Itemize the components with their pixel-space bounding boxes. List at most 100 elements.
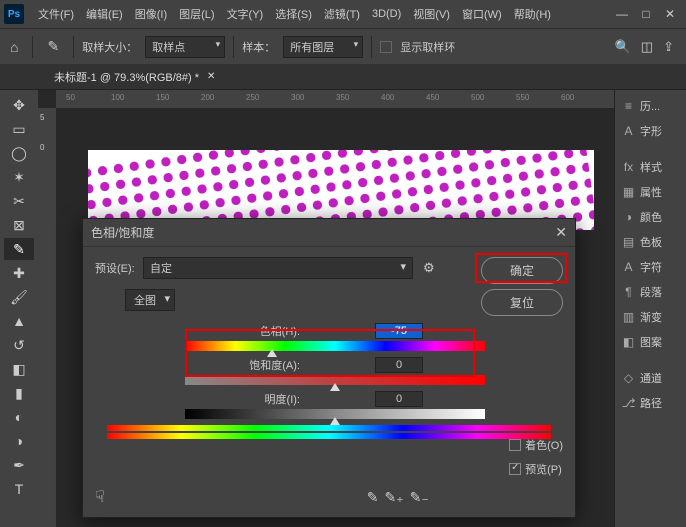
- hue-label: 色相(H):: [185, 323, 310, 339]
- panel-paths[interactable]: ⎇路径: [615, 391, 686, 415]
- app-logo-icon: Ps: [4, 4, 24, 24]
- lightness-slider-thumb[interactable]: [330, 417, 340, 425]
- eyedropper-add-icon[interactable]: ✎₊: [384, 489, 403, 506]
- type-tool[interactable]: T: [4, 478, 34, 500]
- panel-paragraph[interactable]: ¶段落: [615, 280, 686, 304]
- panel-properties[interactable]: ▦属性: [615, 180, 686, 204]
- preset-gear-icon[interactable]: ⚙: [423, 260, 435, 276]
- ruler-horizontal: 50 100 150 200 250 300 350 400 450 500 5…: [56, 90, 614, 108]
- ruler-tick: 550: [516, 93, 529, 102]
- window-maximize-icon[interactable]: □: [634, 7, 658, 21]
- move-tool[interactable]: ✥: [4, 94, 34, 116]
- sample-size-dropdown[interactable]: 取样点: [145, 36, 225, 58]
- ruler-tick: 500: [471, 93, 484, 102]
- options-bar: ⌂ ✎ 取样大小： 取样点 样本： 所有图层 显示取样环 🔍 ◫ ⇪: [0, 28, 686, 64]
- search-icon[interactable]: 🔍: [615, 39, 631, 55]
- document-tab-title: 未标题-1 @ 79.3%(RGB/8#) *: [54, 69, 199, 85]
- ruler-tick: 450: [426, 93, 439, 102]
- sample-dropdown[interactable]: 所有图层: [283, 36, 363, 58]
- panel-pattern[interactable]: ◧图案: [615, 330, 686, 354]
- glyphs-icon: A: [621, 124, 636, 138]
- gradient-tool[interactable]: ▮: [4, 382, 34, 404]
- close-tab-icon[interactable]: ✕: [207, 71, 215, 82]
- dialog-close-icon[interactable]: ✕: [555, 224, 567, 241]
- marquee-tool[interactable]: ▭: [4, 118, 34, 140]
- panel-swatches[interactable]: ▤色板: [615, 230, 686, 254]
- document-tab[interactable]: 未标题-1 @ 79.3%(RGB/8#) * ✕: [44, 65, 225, 89]
- workspace-icon[interactable]: ◫: [641, 39, 653, 55]
- ruler-tick: 300: [291, 93, 304, 102]
- menu-window[interactable]: 窗口(W): [456, 6, 508, 22]
- panel-history[interactable]: ≡历...: [615, 94, 686, 118]
- dodge-tool[interactable]: ◑: [4, 430, 34, 452]
- ruler-tick: 50: [66, 93, 75, 102]
- panel-glyphs[interactable]: A字形: [615, 119, 686, 143]
- preset-label: 预设(E):: [95, 260, 143, 276]
- panel-color[interactable]: ◑颜色: [615, 205, 686, 229]
- menu-image[interactable]: 图像(I): [129, 6, 173, 22]
- ruler-tick: 100: [111, 93, 124, 102]
- lightness-value-input[interactable]: 0: [375, 391, 423, 407]
- home-icon[interactable]: ⌂: [4, 39, 24, 55]
- reset-button[interactable]: 复位: [481, 289, 563, 316]
- color-range-strip: [107, 425, 551, 439]
- menu-help[interactable]: 帮助(H): [508, 6, 557, 22]
- share-icon[interactable]: ⇪: [663, 39, 674, 55]
- hue-slider-thumb[interactable]: [267, 349, 277, 357]
- panel-styles[interactable]: fx样式: [615, 155, 686, 179]
- quick-select-tool[interactable]: ✶: [4, 166, 34, 188]
- saturation-slider[interactable]: [185, 375, 485, 385]
- preview-checkbox[interactable]: 预览(P): [509, 461, 563, 477]
- hue-value-input[interactable]: -75: [375, 323, 423, 339]
- eraser-tool[interactable]: ◧: [4, 358, 34, 380]
- menu-view[interactable]: 视图(V): [407, 6, 456, 22]
- eyedropper-tool-icon[interactable]: ✎: [41, 38, 65, 55]
- menu-layer[interactable]: 图层(L): [173, 6, 220, 22]
- paths-icon: ⎇: [621, 396, 636, 410]
- blur-tool[interactable]: ◐: [4, 406, 34, 428]
- menu-type[interactable]: 文字(Y): [221, 6, 270, 22]
- window-close-icon[interactable]: ✕: [658, 7, 682, 21]
- preset-dropdown[interactable]: 自定: [143, 257, 413, 279]
- dialog-title: 色相/饱和度: [91, 224, 555, 241]
- ruler-tick: 250: [246, 93, 259, 102]
- show-sample-ring-checkbox[interactable]: [380, 41, 392, 53]
- pen-tool[interactable]: ✒: [4, 454, 34, 476]
- brush-tool[interactable]: 🖌: [4, 286, 34, 308]
- menu-edit[interactable]: 编辑(E): [80, 6, 129, 22]
- ok-button[interactable]: 确定: [481, 257, 563, 284]
- menu-file[interactable]: 文件(F): [32, 6, 80, 22]
- sample-size-label: 取样大小：: [82, 39, 137, 55]
- eyedropper-subtract-icon[interactable]: ✎₋: [410, 489, 429, 506]
- hue-slider[interactable]: [185, 341, 485, 351]
- lasso-tool[interactable]: ◯: [4, 142, 34, 164]
- menu-3d[interactable]: 3D(D): [366, 8, 407, 20]
- gradient-icon: ▥: [621, 310, 636, 324]
- menu-filter[interactable]: 滤镜(T): [318, 6, 366, 22]
- scrubby-hand-icon[interactable]: ☟: [95, 487, 105, 507]
- crop-tool[interactable]: ✂: [4, 190, 34, 212]
- panel-channels[interactable]: ◇通道: [615, 366, 686, 390]
- dialog-titlebar[interactable]: 色相/饱和度 ✕: [83, 219, 575, 247]
- show-sample-ring-label: 显示取样环: [400, 39, 455, 55]
- eyedropper-tool[interactable]: ✎: [4, 238, 34, 260]
- panels-dock: ≡历... A字形 fx样式 ▦属性 ◑颜色 ▤色板 A字符 ¶段落 ▥渐变 ◧…: [614, 90, 686, 527]
- history-brush-tool[interactable]: ↺: [4, 334, 34, 356]
- panel-character[interactable]: A字符: [615, 255, 686, 279]
- saturation-slider-thumb[interactable]: [330, 383, 340, 391]
- ruler-tick: 400: [381, 93, 394, 102]
- heal-tool[interactable]: ✚: [4, 262, 34, 284]
- panel-gradient[interactable]: ▥渐变: [615, 305, 686, 329]
- colorize-checkbox[interactable]: 着色(O): [509, 437, 563, 453]
- color-icon: ◑: [621, 210, 636, 224]
- frame-tool[interactable]: ⊠: [4, 214, 34, 236]
- lightness-label: 明度(I):: [185, 391, 310, 407]
- eyedropper-set-icon[interactable]: ✎: [367, 489, 379, 506]
- stamp-tool[interactable]: ▲: [4, 310, 34, 332]
- lightness-slider[interactable]: [185, 409, 485, 419]
- window-minimize-icon[interactable]: —: [610, 7, 634, 21]
- history-icon: ≡: [621, 99, 636, 113]
- menu-select[interactable]: 选择(S): [269, 6, 318, 22]
- channel-dropdown[interactable]: 全图: [125, 289, 175, 311]
- saturation-value-input[interactable]: 0: [375, 357, 423, 373]
